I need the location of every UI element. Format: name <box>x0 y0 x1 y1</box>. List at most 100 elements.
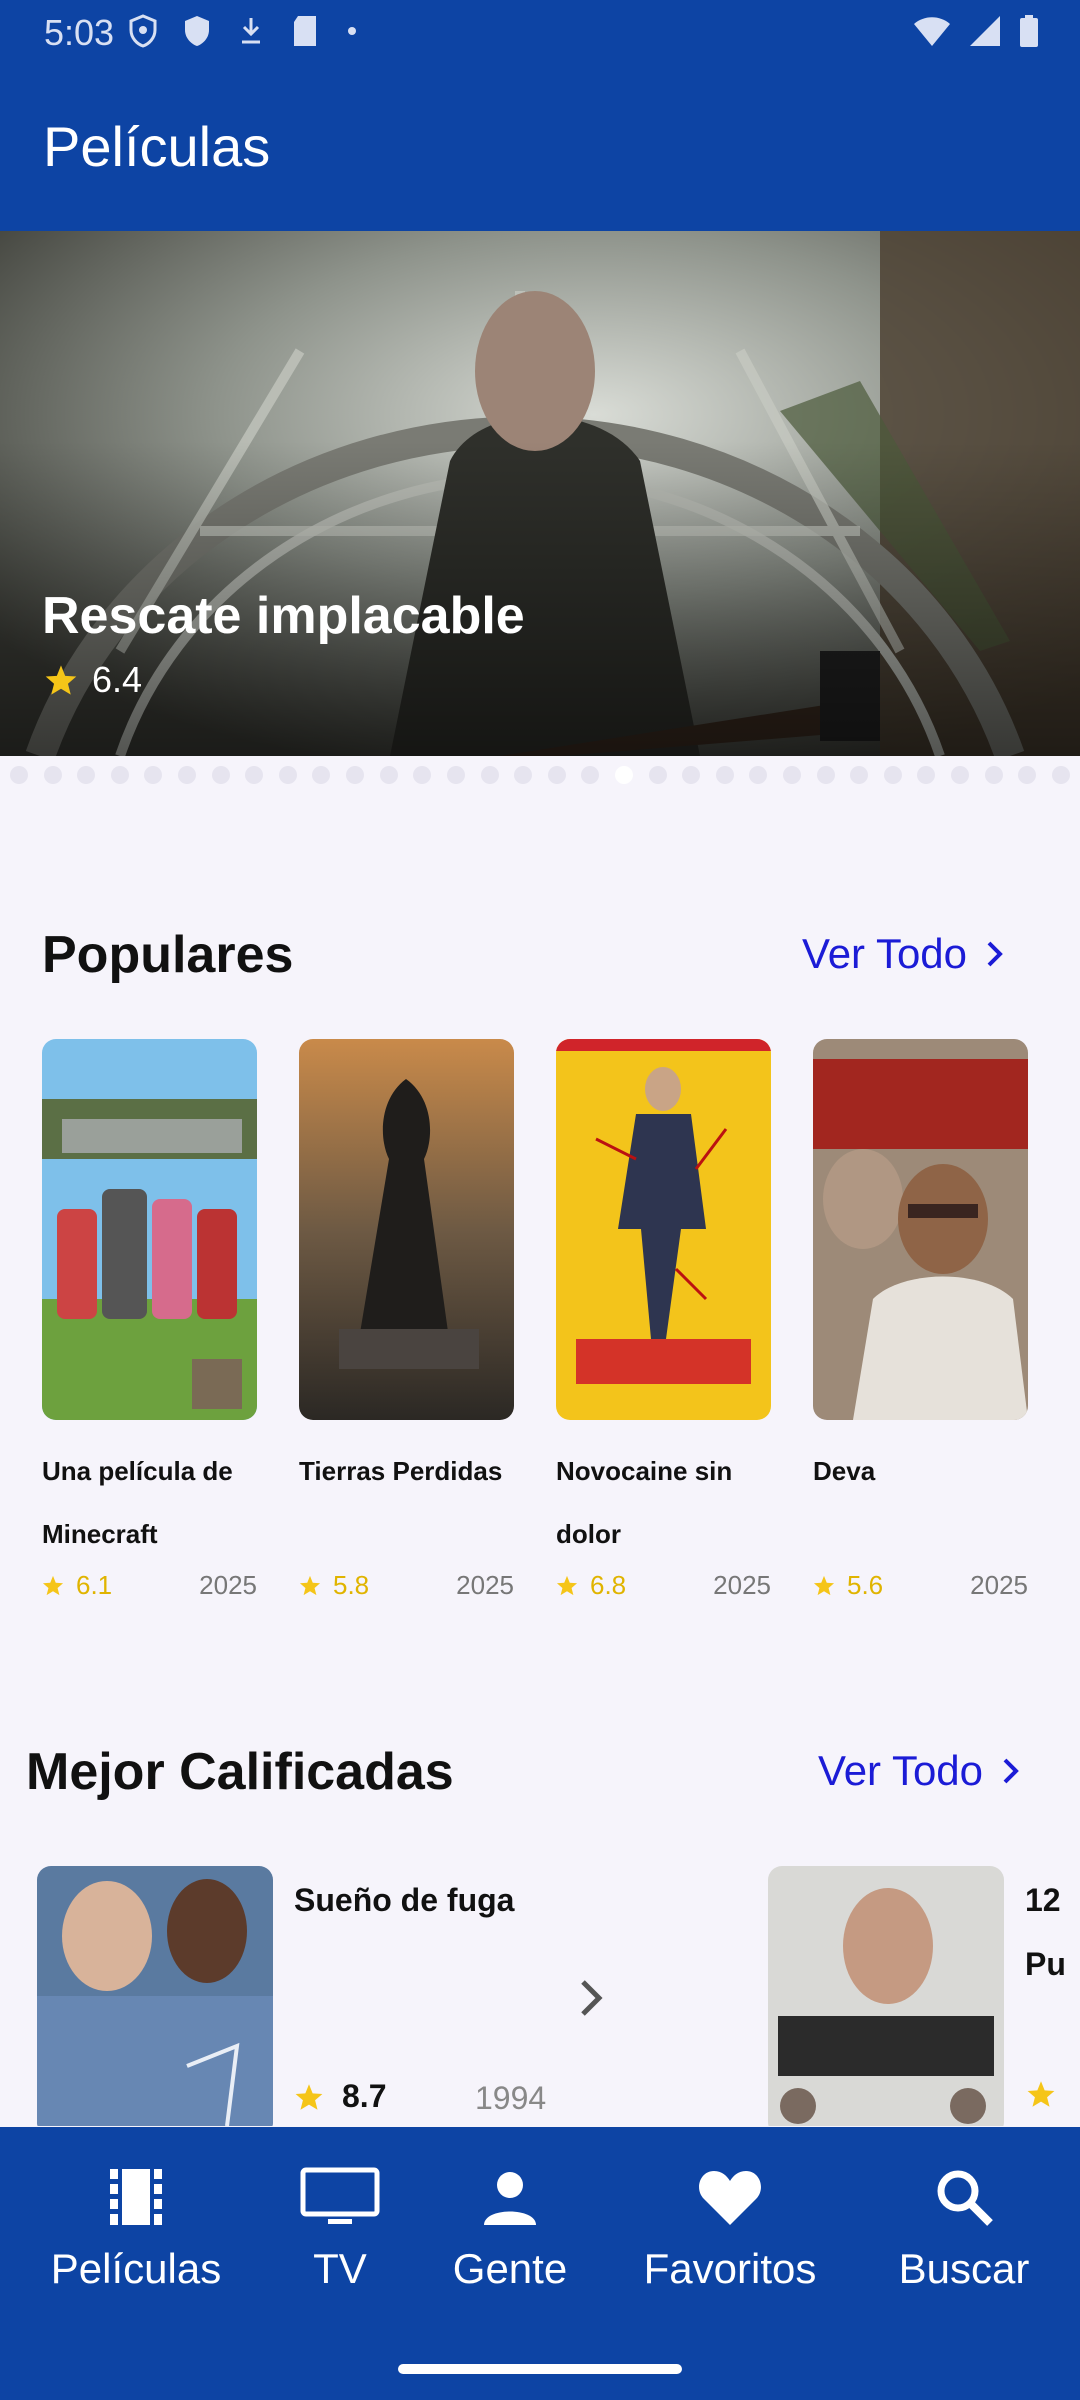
carousel-dot[interactable] <box>245 766 264 784</box>
movie-year: 2025 <box>199 1570 257 1600</box>
movie-card[interactable]: Tierras Perdidas 5.8 2025 <box>299 1039 514 1600</box>
signal-icon <box>970 16 1000 46</box>
carousel-dot[interactable] <box>1018 766 1037 784</box>
star-icon <box>42 1575 64 1596</box>
star-icon <box>1027 2081 1055 2107</box>
notification-icons <box>128 14 360 48</box>
movie-title: Tierras Perdidas <box>299 1456 503 1486</box>
chevron-right-icon <box>987 941 1003 967</box>
carousel-dot[interactable] <box>783 766 802 784</box>
see-all-label: Ver Todo <box>802 930 968 977</box>
carousel-dot[interactable] <box>446 766 465 784</box>
carousel-dot[interactable] <box>110 766 129 784</box>
featured-rating-value: 6.4 <box>92 659 143 700</box>
top-rated-list[interactable]: Sueño de fuga 8.7 1994 12 Pu <box>0 1866 1080 2126</box>
star-icon <box>295 2083 323 2110</box>
poster-image <box>299 1039 514 1420</box>
movie-meta: 6.8 2025 <box>556 1570 771 1601</box>
chevron-right-icon[interactable] <box>577 1976 605 2020</box>
nav-label: TV <box>313 2245 367 2292</box>
banner-shade <box>0 231 1080 756</box>
movie-title-partial: 12 <box>1025 1882 1061 1918</box>
movie-meta: 6.1 2025 <box>42 1570 257 1601</box>
movie-year: 2025 <box>456 1570 514 1600</box>
app-bar: Películas <box>0 66 1080 232</box>
carousel-dot[interactable] <box>682 766 701 784</box>
nav-peliculas[interactable]: Películas <box>46 2167 226 2293</box>
movie-rating-value: 8.7 <box>342 2078 387 2114</box>
nav-label: Películas <box>50 2245 222 2292</box>
carousel-dot[interactable] <box>917 766 936 784</box>
movie-card[interactable]: Deva 5.6 2025 <box>813 1039 1028 1600</box>
carousel-dot[interactable] <box>749 766 768 784</box>
movie-year: 1994 <box>475 2080 547 2116</box>
sd-card-icon <box>294 16 316 46</box>
see-all-label: Ver Todo <box>818 1747 984 1794</box>
carousel-dot[interactable] <box>346 766 365 784</box>
carousel-dot[interactable] <box>883 766 902 784</box>
carousel-dot[interactable] <box>816 766 835 784</box>
carousel-indicator[interactable] <box>0 766 1080 788</box>
nav-label: Buscar <box>898 2245 1030 2292</box>
carousel-dot[interactable] <box>951 766 970 784</box>
movie-rating-value: 5.8 <box>333 1570 370 1600</box>
section-title-popular: Populares <box>42 926 294 984</box>
chevron-right-icon <box>1003 1758 1019 1784</box>
carousel-dot[interactable] <box>178 766 197 784</box>
home-indicator[interactable] <box>398 2364 682 2374</box>
bottom-navigation: Películas TV Gente Favoritos Buscar <box>0 2127 1080 2400</box>
security-icon <box>185 16 209 46</box>
dot-icon <box>348 27 356 35</box>
nav-favoritos[interactable]: Favoritos <box>628 2167 832 2293</box>
carousel-dot[interactable] <box>648 766 667 784</box>
carousel-dot[interactable] <box>514 766 533 784</box>
status-time: 5:03 <box>44 12 115 53</box>
carousel-dot[interactable] <box>1051 766 1070 784</box>
movie-card[interactable]: Una película de Minecraft 6.1 2025 <box>42 1039 257 1600</box>
featured-banner[interactable]: Rescate implacable 6.4 <box>0 231 1080 756</box>
nav-gente[interactable]: Gente <box>440 2167 580 2293</box>
movie-meta: 5.8 2025 <box>299 1570 514 1601</box>
movie-card[interactable]: Sueño de fuga 8.7 1994 <box>37 1866 637 2126</box>
movie-card[interactable]: Novocaine sin dolor 6.8 2025 <box>556 1039 771 1600</box>
nav-buscar[interactable]: Buscar <box>880 2167 1048 2293</box>
carousel-dot[interactable] <box>984 766 1003 784</box>
heart-icon <box>699 2171 761 2225</box>
movie-rating: 6.1 <box>42 1570 112 1601</box>
carousel-dot[interactable] <box>547 766 566 784</box>
movie-rating: 8.7 <box>294 2078 386 2115</box>
movie-title: Novocaine sin dolor <box>556 1456 733 1549</box>
poster-image <box>37 1866 273 2126</box>
movie-card[interactable]: 12 Pu <box>768 1866 1080 2126</box>
carousel-dot[interactable] <box>614 766 633 784</box>
poster-image <box>556 1039 771 1420</box>
carousel-dot[interactable] <box>480 766 499 784</box>
star-icon <box>45 665 77 695</box>
movie-rating: 5.8 <box>299 1570 369 1601</box>
carousel-dot[interactable] <box>10 766 28 784</box>
carousel-dot[interactable] <box>278 766 297 784</box>
carousel-dot[interactable] <box>43 766 62 784</box>
carousel-dot[interactable] <box>211 766 230 784</box>
carousel-dot[interactable] <box>581 766 600 784</box>
carousel-dot[interactable] <box>413 766 432 784</box>
nav-tv[interactable]: TV <box>290 2167 390 2293</box>
carousel-dot[interactable] <box>715 766 734 784</box>
movie-rating-value: 6.1 <box>76 1570 113 1600</box>
wifi-icon <box>914 17 950 46</box>
top-rated-see-all-button[interactable]: Ver Todo <box>818 1747 1021 1795</box>
featured-rating: 6.4 <box>44 659 142 701</box>
tv-icon <box>300 2167 380 2224</box>
carousel-dot[interactable] <box>77 766 96 784</box>
section-title-top-rated: Mejor Calificadas <box>26 1743 454 1801</box>
popular-list[interactable]: Una película de Minecraft 6.1 2025 Tierr… <box>42 1039 1080 1619</box>
carousel-dot[interactable] <box>850 766 869 784</box>
popular-see-all-button[interactable]: Ver Todo <box>802 930 1005 978</box>
poster-image <box>813 1039 1028 1420</box>
movie-title-partial-line2: Pu <box>1025 1946 1066 1982</box>
movie-meta: 5.6 2025 <box>813 1570 1028 1601</box>
movie-rating-value: 5.6 <box>847 1570 884 1600</box>
carousel-dot[interactable] <box>144 766 163 784</box>
carousel-dot[interactable] <box>379 766 398 784</box>
carousel-dot[interactable] <box>312 766 331 784</box>
